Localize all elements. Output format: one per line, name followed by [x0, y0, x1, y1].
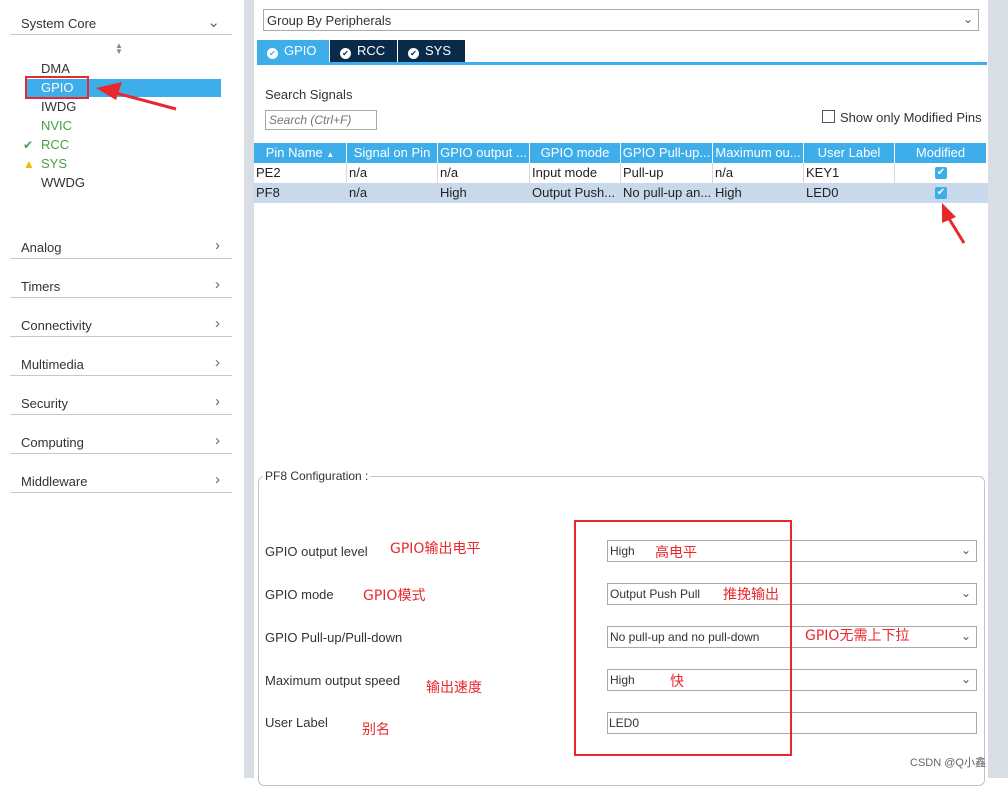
annotation-note: GPIO输出电平: [390, 541, 481, 557]
cell-signal: n/a: [347, 183, 438, 203]
category-label: Connectivity: [21, 318, 92, 333]
column-header-output[interactable]: GPIO output ...: [438, 143, 530, 163]
label-gpio-pull: GPIO Pull-up/Pull-down: [265, 630, 403, 645]
core-item-sys[interactable]: SYS: [41, 155, 67, 173]
group-by-value: Group By Peripherals: [267, 13, 392, 28]
check-circle-icon: ✔: [340, 48, 351, 59]
column-header-pin-name[interactable]: Pin Name ▲: [254, 143, 347, 163]
column-header-signal[interactable]: Signal on Pin: [347, 143, 438, 163]
sort-asc-icon: ▲: [326, 150, 335, 159]
column-header-modified[interactable]: Modified: [895, 143, 987, 163]
modified-checkbox[interactable]: ✔: [935, 167, 947, 179]
tab-sys[interactable]: ✔ SYS: [398, 40, 465, 62]
tab-gpio[interactable]: ✔ GPIO: [257, 40, 329, 62]
cell-output: n/a: [438, 163, 530, 183]
tab-label: SYS: [425, 43, 452, 58]
show-modified-checkbox[interactable]: Show only Modified Pins: [822, 110, 982, 125]
annotation-note: 高电平: [655, 545, 697, 561]
tab-bar: ✔ GPIO ✔ RCC ✔ SYS: [257, 40, 987, 65]
chevron-down-icon: ⌄: [960, 672, 971, 686]
chevron-right-icon: ›: [215, 354, 220, 371]
category-label: Computing: [21, 435, 84, 450]
cell-pull: Pull-up: [621, 163, 713, 183]
check-circle-icon: ✔: [267, 48, 278, 59]
cell-user-label: LED0: [804, 183, 895, 203]
category-multimedia[interactable]: Multimedia ›: [10, 349, 232, 376]
chevron-right-icon: ›: [215, 237, 220, 254]
group-by-select[interactable]: Group By Peripherals ⌄: [263, 9, 979, 31]
tab-label: GPIO: [284, 43, 317, 58]
category-analog[interactable]: Analog ›: [10, 232, 232, 259]
cell-output: High: [438, 183, 530, 203]
category-computing[interactable]: Computing ›: [10, 427, 232, 454]
annotation-note: 别名: [362, 722, 390, 738]
cell-speed: High: [713, 183, 804, 203]
chevron-right-icon: ›: [215, 432, 220, 449]
column-header-user-label[interactable]: User Label: [804, 143, 895, 163]
check-circle-icon: ✔: [408, 48, 419, 59]
panel-splitter[interactable]: [244, 0, 254, 778]
annotation-note: 推挽输出: [723, 587, 779, 603]
category-label: Middleware: [21, 474, 88, 489]
cell-pin-name: PE2: [254, 163, 347, 183]
table-row[interactable]: PF8 n/a High Output Push... No pull-up a…: [254, 183, 988, 203]
category-label: Timers: [21, 279, 61, 294]
chevron-down-icon: ⌄: [960, 586, 971, 600]
category-label: Analog: [21, 240, 62, 255]
cell-mode: Output Push...: [530, 183, 621, 203]
chevron-right-icon: ›: [215, 276, 220, 293]
label-gpio-output-level: GPIO output level: [265, 544, 368, 559]
main-panel: Group By Peripherals ⌄ ✔ GPIO ✔ RCC ✔ SYS S…: [254, 0, 988, 786]
watermark: CSDN @Q小鑫: [910, 757, 986, 769]
annotation-note: 快: [670, 674, 684, 690]
warning-icon: ▲: [23, 157, 35, 171]
category-timers[interactable]: Timers ›: [10, 271, 232, 298]
chevron-right-icon: ›: [215, 471, 220, 488]
cell-speed: n/a: [713, 163, 804, 183]
category-label: Multimedia: [21, 357, 84, 372]
table-header: Pin Name ▲ Signal on Pin GPIO output ...…: [254, 143, 988, 163]
chevron-down-icon: ⌄: [962, 12, 973, 26]
category-middleware[interactable]: Middleware ›: [10, 466, 232, 493]
category-security[interactable]: Security ›: [10, 388, 232, 415]
cell-user-label: KEY1: [804, 163, 895, 183]
checkmark-icon: ✔: [23, 138, 34, 152]
chevron-right-icon: ›: [215, 315, 220, 332]
core-item-wwdg[interactable]: WWDG: [41, 174, 85, 192]
label-user-label: User Label: [265, 715, 328, 730]
annotation-note: 输出速度: [426, 680, 482, 696]
column-header-mode[interactable]: GPIO mode: [530, 143, 621, 163]
chevron-down-icon: ⌄: [960, 543, 971, 557]
label-max-output-speed: Maximum output speed: [265, 673, 401, 688]
cell-pull: No pull-up an...: [621, 183, 713, 203]
core-item-rcc[interactable]: RCC: [41, 136, 69, 154]
annotation-arrow-icon: [942, 203, 966, 244]
column-header-pull[interactable]: GPIO Pull-up...: [621, 143, 713, 163]
chevron-right-icon: ›: [215, 393, 220, 410]
category-connectivity[interactable]: Connectivity ›: [10, 310, 232, 337]
table-row[interactable]: PE2 n/a n/a Input mode Pull-up n/a KEY1 …: [254, 163, 988, 183]
cell-pin-name: PF8: [254, 183, 347, 203]
annotation-note: GPIO模式: [363, 588, 426, 604]
chevron-down-icon: ⌄: [960, 629, 971, 643]
left-sidebar: System Core ⌄ ▲ ▼ DMA GPIO IWDG NVIC ✔ RC…: [0, 0, 244, 778]
search-input[interactable]: [265, 110, 377, 130]
search-signals-label: Search Signals: [265, 87, 353, 102]
column-header-speed[interactable]: Maximum ou...: [713, 143, 804, 163]
annotation-arrow-icon: [96, 82, 177, 111]
category-label: Security: [21, 396, 68, 411]
checkbox-icon[interactable]: [822, 110, 835, 123]
tab-label: RCC: [357, 43, 386, 58]
right-splitter[interactable]: [988, 0, 1008, 778]
show-modified-label: Show only Modified Pins: [840, 110, 982, 125]
configuration-title: PF8 Configuration :: [263, 469, 371, 483]
annotation-note: GPIO无需上下拉: [805, 628, 910, 644]
header-label: Pin Name: [265, 145, 323, 160]
cell-mode: Input mode: [530, 163, 621, 183]
cell-signal: n/a: [347, 163, 438, 183]
label-gpio-mode: GPIO mode: [265, 587, 334, 602]
tab-rcc[interactable]: ✔ RCC: [330, 40, 397, 62]
